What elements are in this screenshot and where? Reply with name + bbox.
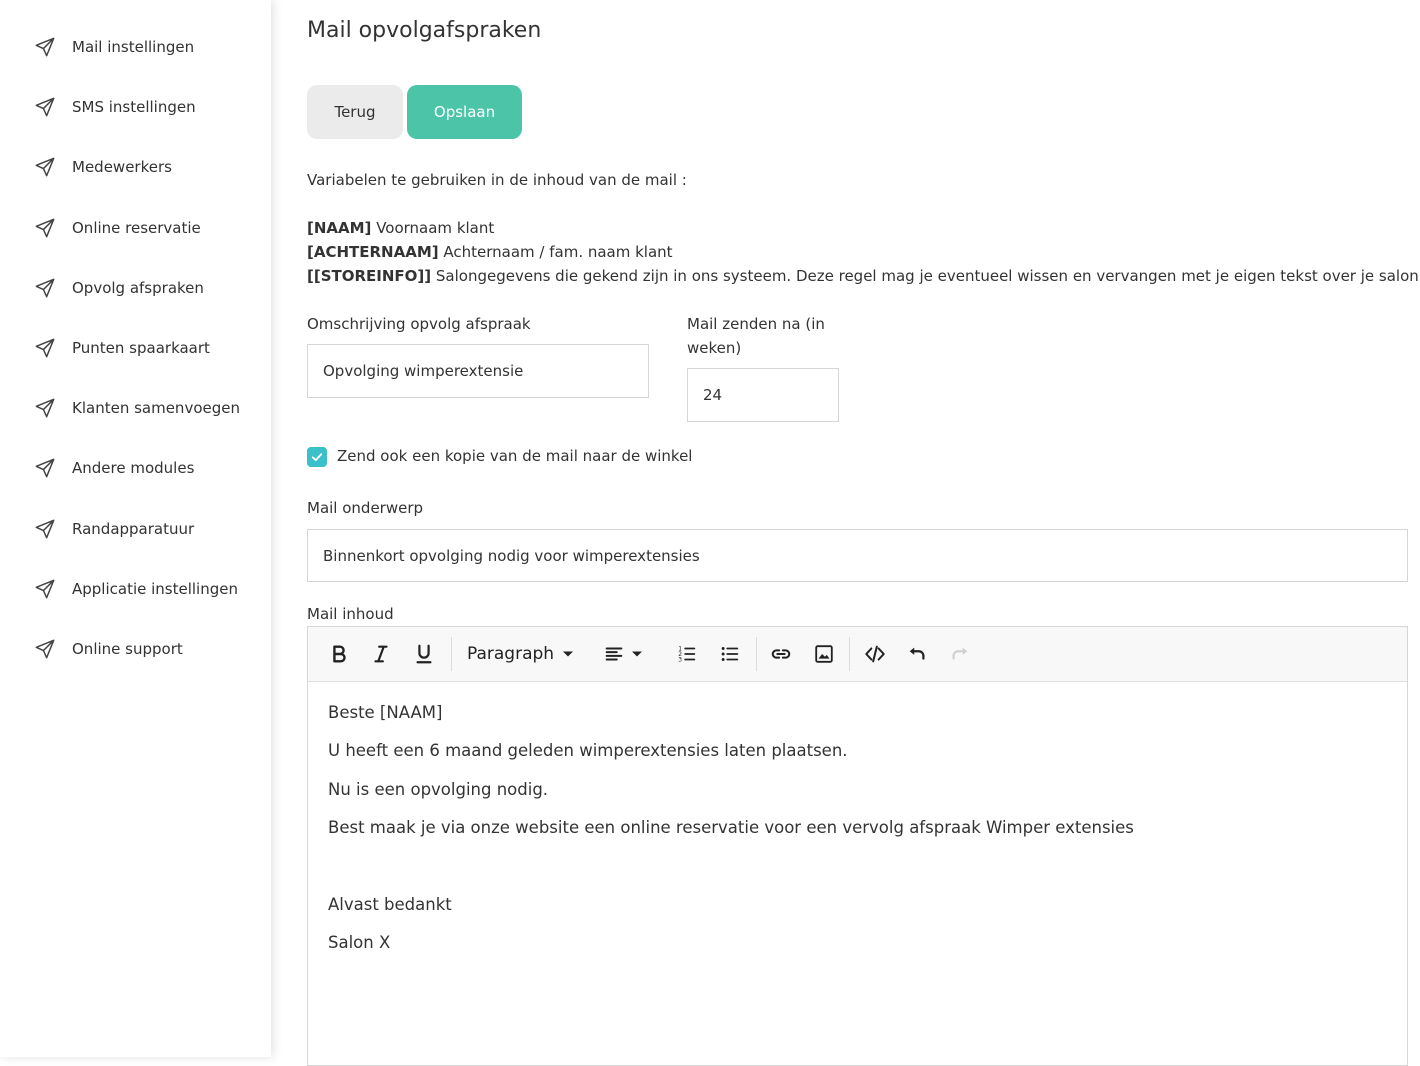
sidebar-item-label: Mail instellingen (72, 38, 195, 56)
sidebar-item-medewerkers[interactable]: Medewerkers (0, 147, 271, 187)
paper-plane-icon (35, 97, 55, 117)
paper-plane-icon (35, 579, 55, 599)
sidebar-item-applicatie-instellingen[interactable]: Applicatie instellingen (0, 569, 271, 609)
paper-plane-icon (35, 338, 55, 358)
italic-button[interactable] (365, 638, 397, 670)
sidebar: Mail instellingen SMS instellingen Medewer… (0, 0, 271, 1057)
sidebar-item-sms-instellingen[interactable]: SMS instellingen (0, 87, 271, 127)
sidebar-item-label: Medewerkers (72, 158, 172, 177)
rich-text-editor: Paragraph 1 2 3 Beste [NAAM] U heeft een… (307, 626, 1408, 1066)
variable-tag: [ACHTERNAAM] (307, 243, 439, 261)
subject-label: Mail onderwerp (307, 499, 424, 517)
variable-achternaam: [ACHTERNAAM] Achternaam / fam. naam klan… (307, 243, 673, 261)
content-paragraph: U heeft een 6 maand geleden wimperextens… (328, 741, 848, 760)
paper-plane-icon (35, 218, 55, 238)
bullet-list-button[interactable] (714, 638, 746, 670)
sidebar-item-label: Klanten samenvoegen (72, 399, 240, 418)
sidebar-item-label: Applicatie instellingen (72, 579, 238, 598)
sidebar-item-label: Online reservatie (72, 218, 201, 237)
variables-intro: Variabelen te gebruiken in de inhoud van… (307, 171, 687, 189)
content-paragraph: Nu is een opvolging nodig. (328, 780, 549, 799)
sidebar-item-opvolg-afspraken[interactable]: Opvolg afspraken (0, 268, 271, 308)
weeks-label-line1: Mail zenden na (in (687, 315, 825, 333)
editor-toolbar: Paragraph 1 2 3 (308, 627, 1407, 682)
copy-checkbox-label: Zend ook een kopie van de mail naar de w… (337, 447, 693, 465)
sidebar-item-label: Andere modules (72, 459, 195, 478)
sidebar-item-online-reservatie[interactable]: Online reservatie (0, 208, 271, 248)
sidebar-item-randapparatuur[interactable]: Randapparatuur (0, 509, 271, 549)
italic-icon (374, 645, 388, 663)
paper-plane-icon (35, 37, 55, 57)
paper-plane-icon (35, 639, 55, 659)
sidebar-item-mail-instellingen[interactable]: Mail instellingen (0, 27, 271, 67)
bold-button[interactable] (323, 638, 355, 670)
copy-checkbox[interactable] (307, 447, 327, 467)
weeks-input[interactable] (687, 368, 839, 422)
sidebar-item-label: Randapparatuur (72, 519, 195, 538)
sidebar-item-label: Punten spaarkaart (72, 339, 210, 357)
underline-button[interactable] (408, 638, 440, 670)
content-paragraph: Beste [NAAM] (328, 703, 443, 722)
save-button[interactable]: Opslaan (407, 85, 522, 139)
weeks-label-line2: weken) (687, 339, 742, 357)
description-input[interactable] (307, 344, 649, 398)
redo-button[interactable] (944, 638, 976, 670)
link-button[interactable] (765, 638, 797, 670)
code-icon (865, 645, 885, 663)
toolbar-separator (451, 637, 452, 671)
link-icon (771, 649, 791, 659)
variable-tag: [[STOREINFO]] (307, 267, 432, 285)
toolbar-separator (756, 637, 757, 671)
back-button[interactable]: Terug (307, 85, 403, 139)
undo-button[interactable] (901, 638, 933, 670)
variable-storeinfo: [[STOREINFO]] Salongegevens die gekend z… (307, 267, 1420, 285)
variable-desc: Achternaam / fam. naam klant (438, 243, 673, 261)
page-title: Mail opvolgafspraken (307, 18, 542, 43)
image-icon (815, 645, 833, 663)
sidebar-item-online-support[interactable]: Online support (0, 629, 271, 669)
variable-naam: [NAAM] Voornaam klant (307, 219, 494, 237)
bullet-list-icon (721, 647, 739, 661)
bold-icon (333, 645, 346, 663)
content-label: Mail inhoud (307, 605, 394, 623)
align-dropdown[interactable] (598, 638, 652, 670)
content-paragraph: Alvast bedankt (328, 895, 452, 914)
content-paragraph: Best maak je via onze website een online… (328, 818, 1134, 837)
ordered-list-icon: 1 2 3 (678, 645, 696, 663)
ordered-list-button[interactable]: 1 2 3 (671, 638, 703, 670)
paper-plane-icon (35, 519, 55, 539)
sidebar-item-punten-spaarkaart[interactable]: Punten spaarkaart (0, 328, 271, 368)
chevron-down-icon (632, 651, 642, 657)
paper-plane-icon (35, 157, 55, 177)
redo-icon (952, 647, 968, 660)
undo-icon (909, 647, 925, 660)
paper-plane-icon (35, 278, 55, 298)
chevron-down-icon (563, 651, 574, 657)
sidebar-item-label: SMS instellingen (72, 98, 196, 117)
block-format-label: Paragraph (467, 644, 555, 664)
variable-desc: Voornaam klant (371, 219, 495, 237)
paper-plane-icon (35, 398, 55, 418)
subject-input[interactable] (307, 529, 1408, 582)
variable-tag: [NAAM] (307, 219, 372, 237)
sidebar-item-andere-modules[interactable]: Andere modules (0, 448, 271, 488)
weeks-label: Mail zenden na (in weken) (687, 312, 825, 360)
underline-icon (416, 644, 432, 664)
sidebar-item-label: Opvolg afspraken (72, 278, 204, 297)
variable-desc: Salongegevens die gekend zijn in ons sys… (431, 267, 1420, 285)
sidebar-item-label: Online support (72, 640, 183, 658)
svg-text:3: 3 (678, 656, 682, 663)
description-label: Omschrijving opvolg afspraak (307, 315, 531, 333)
content-paragraph: Salon X (328, 933, 391, 952)
paper-plane-icon (35, 458, 55, 478)
code-button[interactable] (859, 638, 891, 670)
block-format-dropdown[interactable]: Paragraph (467, 638, 578, 670)
toolbar-separator (849, 637, 850, 671)
check-icon (311, 453, 323, 462)
sidebar-item-klanten-samenvoegen[interactable]: Klanten samenvoegen (0, 388, 271, 428)
image-button[interactable] (808, 638, 840, 670)
align-left-icon (605, 647, 623, 661)
